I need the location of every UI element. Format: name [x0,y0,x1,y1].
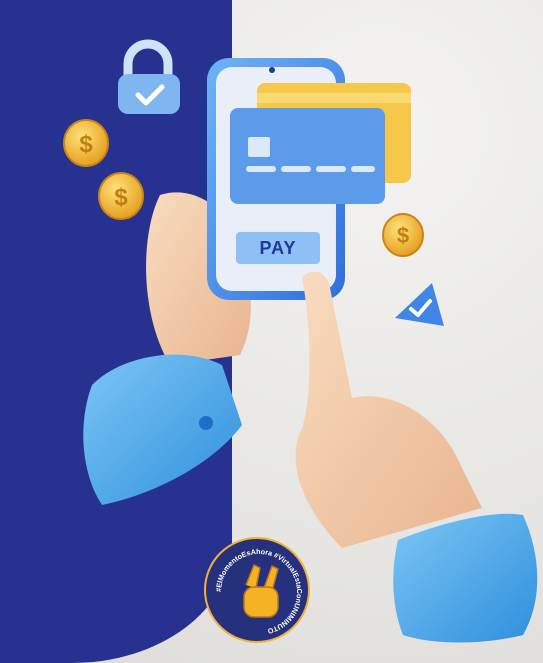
coin-icon: $ [98,172,144,220]
check-icon [395,283,444,326]
svg-text:$: $ [397,223,409,248]
payment-illustration: $ $ $ PAY #ElMomentoEsAhora #VirtualEsta… [0,0,543,663]
right-hand [295,271,538,643]
blue-card [230,108,385,204]
peace-sign-icon [243,563,279,618]
svg-text:$: $ [79,131,93,158]
campaign-badge: #ElMomentoEsAhora #VirtualEstaConUNIMINU… [204,537,310,643]
coin-icon: $ [382,213,424,257]
badge-art: #ElMomentoEsAhora #VirtualEstaConUNIMINU… [214,547,304,636]
coin-icon: $ [63,119,109,167]
pay-button: PAY [259,237,297,258]
lock-icon [118,39,180,114]
svg-text:$: $ [114,184,128,211]
